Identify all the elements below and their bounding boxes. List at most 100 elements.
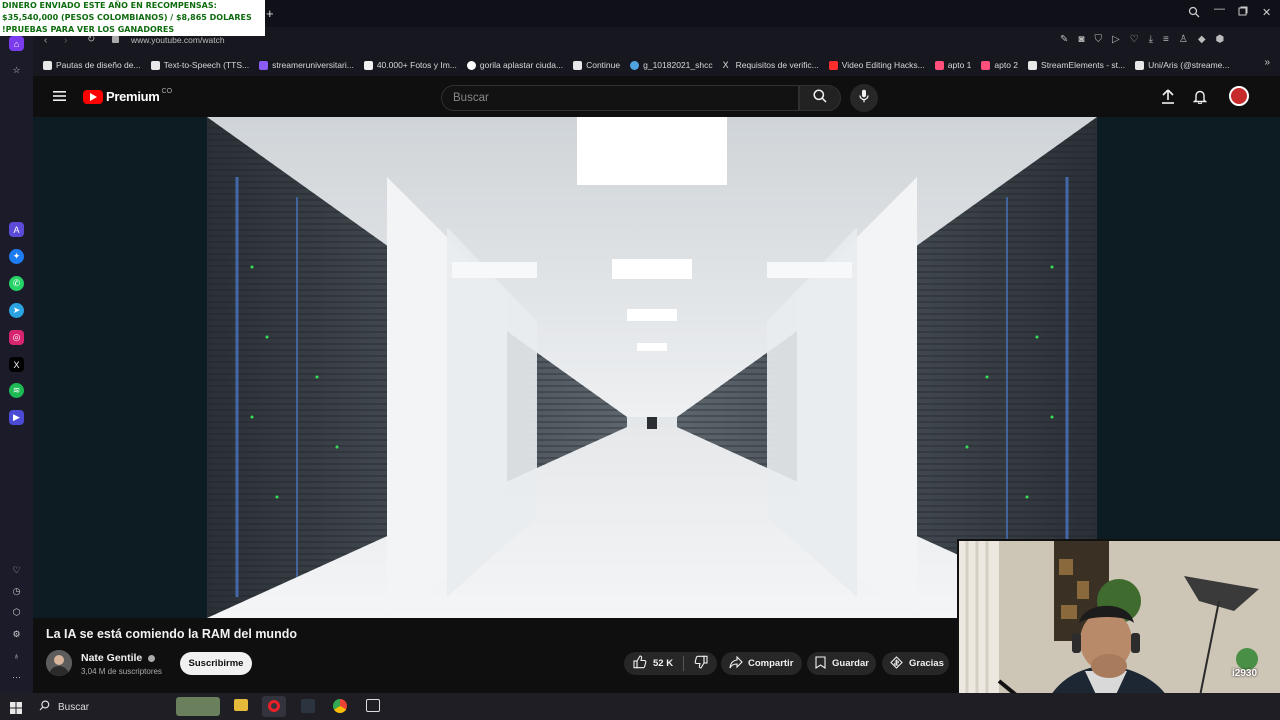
chrome-icon[interactable] <box>333 699 347 713</box>
play-icon[interactable]: ▷ <box>1112 34 1120 45</box>
verified-icon <box>148 654 156 662</box>
like-dislike-group: 52 K <box>624 652 717 675</box>
divider <box>683 656 685 671</box>
bookmark-item[interactable]: apto 1 <box>934 60 971 70</box>
thanks-button[interactable]: Gracias <box>882 652 949 675</box>
notifications-bell-icon[interactable] <box>1192 89 1208 109</box>
bookmark-item[interactable]: Pautas de diseño de... <box>43 60 141 70</box>
browser-sidebar: ⌂ ☆ A ✦ ✆ ➤ ◎ X ≋ ▶ ♡ ◷ ⬡ ⚙ ♁ ··· <box>0 27 33 693</box>
bookmark-item[interactable]: StreamElements - st... <box>1028 60 1125 70</box>
thanks-label: Gracias <box>909 658 944 669</box>
restore-icon[interactable] <box>1238 6 1248 19</box>
taskbar-search-label: Buscar <box>58 701 90 713</box>
share-label: Compartir <box>748 658 794 669</box>
app-icon[interactable] <box>301 699 315 713</box>
taskbar-search[interactable]: Buscar <box>33 697 173 717</box>
search-tabs-icon[interactable] <box>1188 6 1200 21</box>
calendar-app-icon[interactable] <box>366 699 380 712</box>
minimize-icon[interactable]: — <box>1214 3 1225 15</box>
tiktok-icon <box>1135 60 1145 70</box>
close-icon[interactable]: ✕ <box>1262 6 1271 19</box>
bookmark-item[interactable]: gorila aplastar ciuda... <box>466 60 563 70</box>
bookmarks-more[interactable]: » <box>1264 57 1270 68</box>
aria-icon[interactable]: A <box>9 222 24 237</box>
thumbs-down-icon <box>694 655 708 672</box>
bookmark-item[interactable]: Video Editing Hacks... <box>828 60 925 70</box>
x-icon[interactable]: X <box>9 357 24 372</box>
channel-name[interactable]: Nate Gentile <box>81 652 156 664</box>
instagram-icon[interactable]: ◎ <box>9 330 24 345</box>
search-input[interactable]: Buscar <box>441 85 799 111</box>
bookmark-item[interactable]: g_10182021_shcc <box>630 60 713 70</box>
opera-taskbar-button[interactable] <box>262 696 286 717</box>
more-icon[interactable]: ··· <box>9 669 24 684</box>
player-icon[interactable]: ▶ <box>9 410 24 425</box>
profile-icon[interactable]: ♙ <box>1179 34 1188 45</box>
download-icon[interactable]: ⤓ <box>1149 34 1153 45</box>
star-icon[interactable]: ☆ <box>9 63 24 78</box>
menu-icon[interactable]: ≡ <box>1163 34 1169 45</box>
extension-icon[interactable]: ◆ <box>1198 34 1206 45</box>
browser-toolbar: ✎ ◙ ⛉ ▷ ♡ ⤓ ≡ ♙ ◆ ⬢ <box>1060 34 1224 45</box>
forward-icon[interactable]: › <box>64 35 67 46</box>
messenger-icon[interactable]: ✦ <box>9 249 24 264</box>
back-icon[interactable]: ‹ <box>44 35 47 46</box>
opera-icon <box>268 700 280 712</box>
youtube-logo[interactable]: Premium CO <box>83 88 173 104</box>
bookmark-item[interactable]: X Requisitos de verific... <box>723 60 819 70</box>
spotify-icon[interactable]: ≋ <box>9 383 24 398</box>
bookmark-item[interactable]: Continue <box>573 60 620 70</box>
bookmark-icon <box>815 655 826 672</box>
settings-icon[interactable]: ⬢ <box>1216 34 1225 45</box>
bookmark-item[interactable]: Uni/Aris (@streame... <box>1135 60 1230 70</box>
hamburger-menu-icon[interactable] <box>53 89 66 107</box>
banner-line: !PRUEBAS PARA VER LOS GANADORES <box>2 25 175 34</box>
windows-start-icon[interactable] <box>10 701 22 719</box>
share-button[interactable]: Compartir <box>721 652 802 675</box>
super-thanks-icon <box>890 655 903 672</box>
save-button[interactable]: Guardar <box>807 652 876 675</box>
airbnb-icon <box>981 60 991 70</box>
bookmark-item[interactable]: 40.000+ Fotos y Im... <box>363 60 457 70</box>
channel-avatar[interactable] <box>46 650 72 676</box>
telegram-icon[interactable]: ➤ <box>9 303 24 318</box>
youtube-icon <box>828 60 838 70</box>
bookmark-icon <box>573 60 583 70</box>
like-button[interactable]: 52 K <box>633 655 673 672</box>
file-explorer-icon[interactable] <box>234 699 248 711</box>
youtube-play-icon <box>83 89 103 104</box>
like-count: 52 K <box>653 658 674 669</box>
cube-icon[interactable]: ⬡ <box>9 605 24 620</box>
upload-icon[interactable] <box>1161 89 1175 109</box>
heart-icon[interactable]: ♡ <box>1130 34 1139 45</box>
bulb-icon[interactable]: ♁ <box>9 648 24 663</box>
camera-icon[interactable]: ◙ <box>1078 34 1084 45</box>
bookmark-item[interactable]: Text-to-Speech (TTS... <box>150 60 249 70</box>
whatsapp-icon[interactable]: ✆ <box>9 276 24 291</box>
widgets-icon[interactable] <box>176 697 220 716</box>
save-label: Guardar <box>832 658 869 669</box>
bookmark-item[interactable]: streameruniversitari... <box>259 60 354 70</box>
shield-icon[interactable]: ⛉ <box>1094 34 1102 45</box>
bookmark-icon <box>363 60 373 70</box>
home-icon[interactable]: ⌂ <box>9 36 24 51</box>
logo-text: Premium <box>106 89 160 104</box>
dislike-button[interactable] <box>694 655 708 672</box>
url-text[interactable]: www.youtube.com/watch <box>131 35 225 45</box>
search-button[interactable] <box>799 85 841 111</box>
edit-icon[interactable]: ✎ <box>1060 34 1068 45</box>
bookmark-icon <box>630 60 640 70</box>
history-icon[interactable]: ◷ <box>9 584 24 599</box>
bookmark-item[interactable]: apto 2 <box>981 60 1018 70</box>
voice-search-button[interactable] <box>850 84 878 112</box>
heart-icon[interactable]: ♡ <box>9 563 24 578</box>
country-code: CO <box>161 88 173 95</box>
subscribe-button[interactable]: Suscribirme <box>180 652 252 675</box>
new-tab-button[interactable]: + <box>266 6 274 21</box>
bookmark-icon <box>259 60 269 70</box>
search-icon <box>39 700 50 714</box>
settings-icon[interactable]: ⚙ <box>9 627 24 642</box>
x-icon: X <box>722 59 729 70</box>
bookmark-icon <box>1028 60 1038 70</box>
avatar[interactable] <box>1229 86 1249 106</box>
